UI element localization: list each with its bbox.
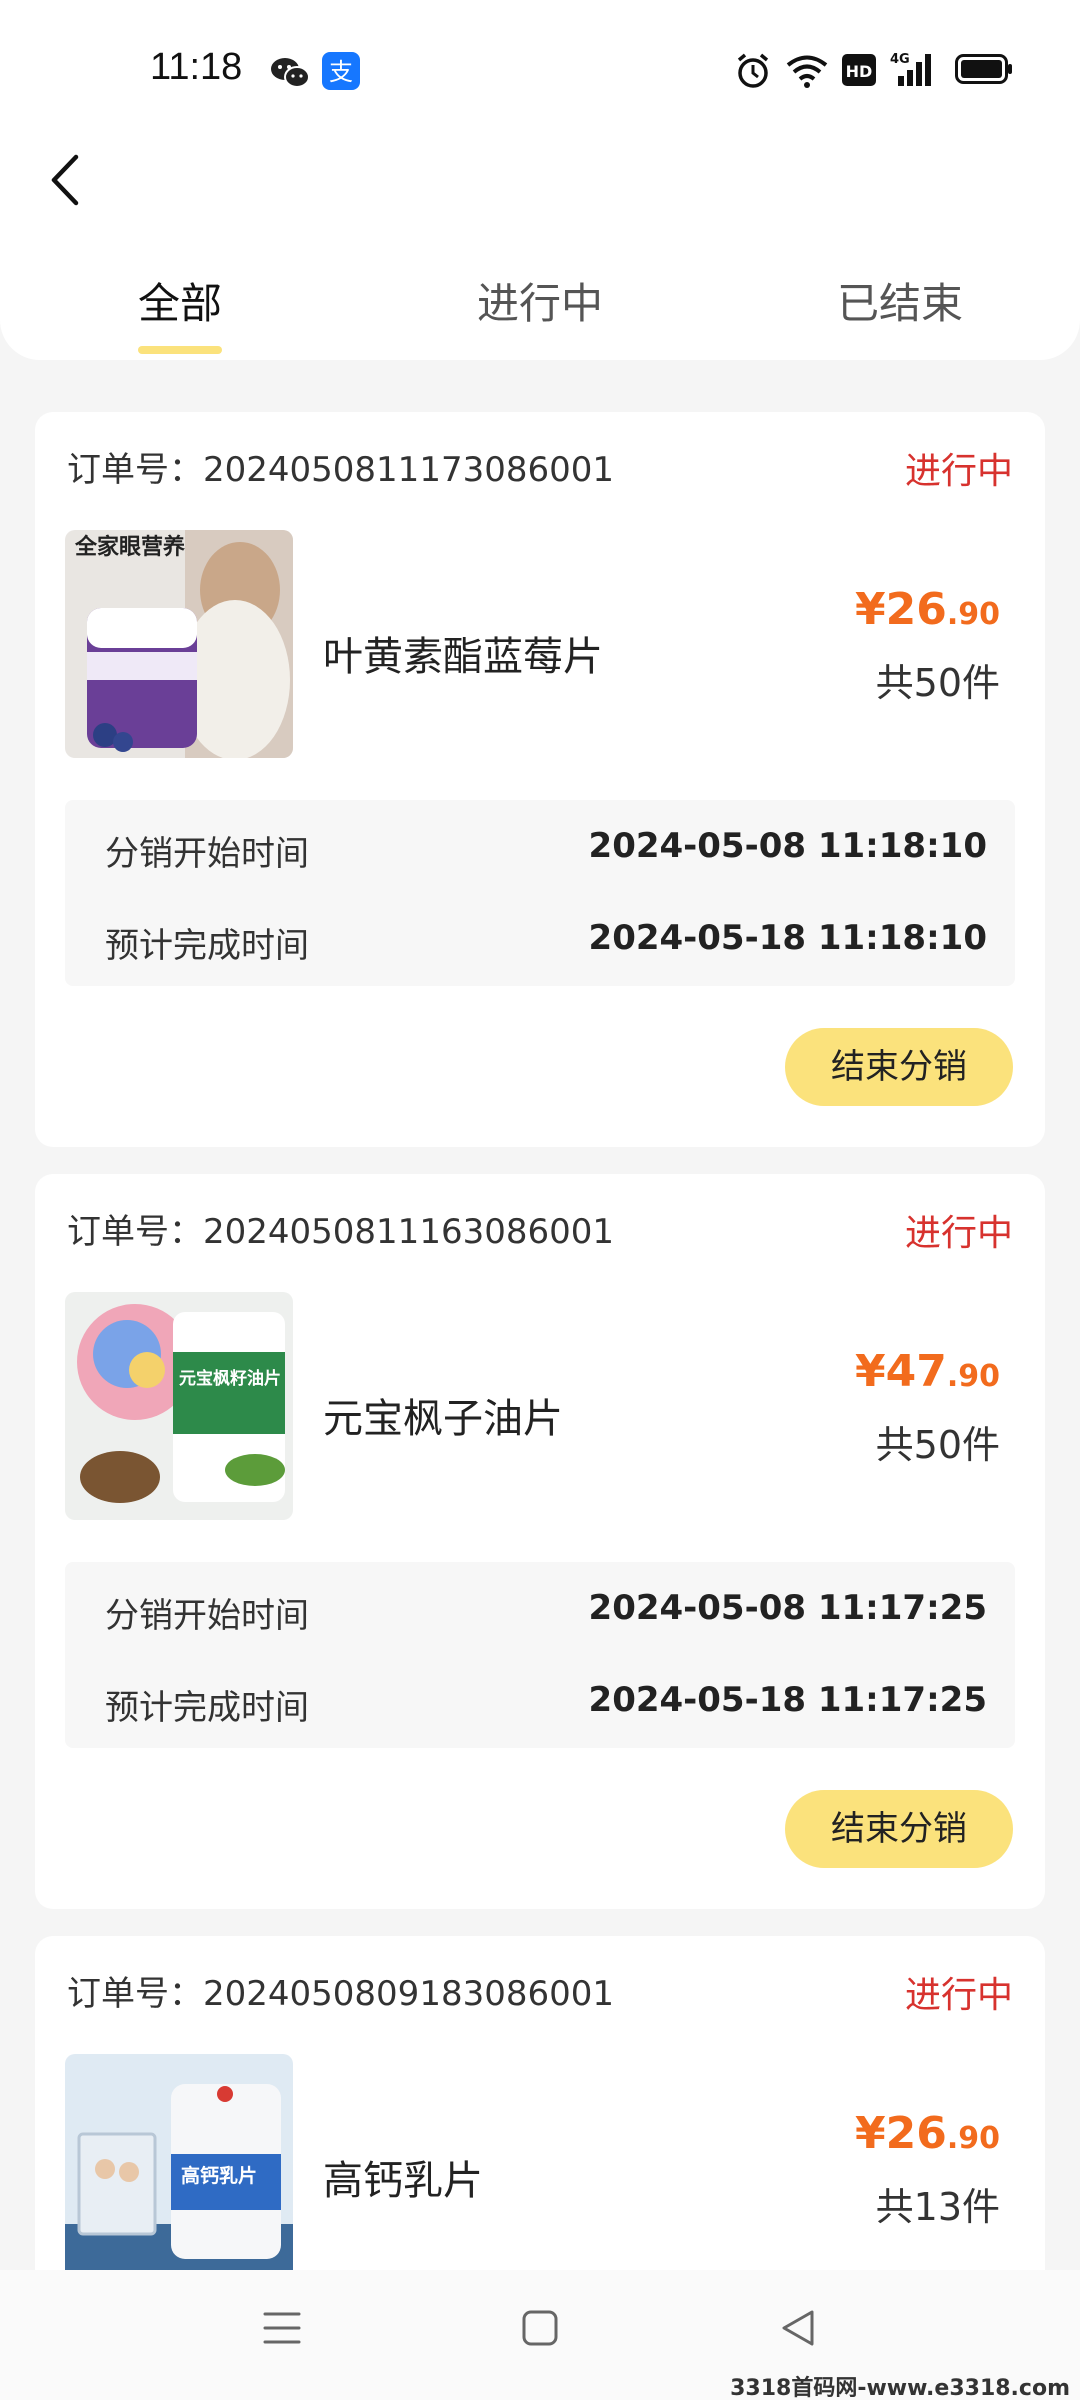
product-name[interactable]: 元宝枫子油片 xyxy=(323,1386,563,1444)
battery-icon xyxy=(955,54,1012,84)
order-status: 进行中 xyxy=(904,1213,1013,1254)
wifi-icon xyxy=(786,55,828,88)
end-time-label: 预计完成时间 xyxy=(105,926,309,966)
back-nav-icon[interactable] xyxy=(778,2308,818,2348)
menu-icon[interactable] xyxy=(262,2308,302,2348)
product-quantity: 共50件 xyxy=(875,1423,1000,1467)
start-time-value: 2024-05-08 11:17:25 xyxy=(588,1588,987,1628)
thumb-text: 高钙乳片 xyxy=(181,2164,257,2187)
time-info: 分销开始时间 2024-05-08 11:18:10 预计完成时间 2024-0… xyxy=(65,800,1015,986)
alarm-icon xyxy=(737,53,769,88)
product-quantity: 共50件 xyxy=(875,661,1000,705)
header-area: 11:18 支 HD 4G 全部 进行中 已结束 xyxy=(0,0,1080,360)
wechat-icon xyxy=(271,58,310,88)
product-image[interactable]: 元宝枫籽油片 xyxy=(65,1292,293,1520)
signal-4g-icon: 4G xyxy=(890,52,931,86)
tab-in-progress[interactable]: 进行中 xyxy=(420,270,660,331)
product-quantity: 共13件 xyxy=(875,2185,1000,2229)
svg-text:4G: 4G xyxy=(890,52,910,67)
time-info: 分销开始时间 2024-05-08 11:17:25 预计完成时间 2024-0… xyxy=(65,1562,1015,1748)
start-time-label: 分销开始时间 xyxy=(105,834,309,874)
thumb-text: 元宝枫籽油片 xyxy=(179,1368,281,1389)
product-price: ¥47.90 xyxy=(854,1346,1000,1397)
status-tabs: 全部 进行中 已结束 xyxy=(0,270,1080,360)
end-distribution-button[interactable]: 结束分销 xyxy=(785,1790,1013,1868)
end-time-value: 2024-05-18 11:17:25 xyxy=(588,1680,987,1720)
status-bar: 11:18 支 HD 4G xyxy=(0,0,1080,140)
order-card: 订单号：2024050811163086001 进行中 元宝枫籽油片 元宝枫子油… xyxy=(35,1174,1045,1909)
product-image[interactable]: 高钙乳片 xyxy=(65,2054,293,2282)
back-arrow-icon[interactable] xyxy=(40,145,100,215)
svg-text:支: 支 xyxy=(329,58,353,86)
start-time-value: 2024-05-08 11:18:10 xyxy=(588,826,987,866)
watermark: 3318首码网-www.e3318.com xyxy=(730,2376,1070,2400)
product-image[interactable]: 全家眼营养 xyxy=(65,530,293,758)
order-card: 订单号：2024050811173086001 进行中 全家眼营养 叶黄素酯蓝莓… xyxy=(35,412,1045,1147)
alipay-icon: 支 xyxy=(322,52,360,90)
order-status: 进行中 xyxy=(904,1975,1013,2016)
product-price: ¥26.90 xyxy=(854,584,1000,635)
order-number: 订单号：2024050809183086001 xyxy=(67,1974,615,2014)
start-time-label: 分销开始时间 xyxy=(105,1596,309,1636)
product-name[interactable]: 叶黄素酯蓝莓片 xyxy=(323,624,603,682)
svg-text:HD: HD xyxy=(846,62,873,81)
status-time: 11:18 xyxy=(150,46,243,88)
active-tab-indicator xyxy=(138,346,222,354)
end-distribution-button[interactable]: 结束分销 xyxy=(785,1028,1013,1106)
order-status: 进行中 xyxy=(904,451,1013,492)
product-name[interactable]: 高钙乳片 xyxy=(323,2148,483,2206)
thumb-text: 全家眼营养 xyxy=(74,534,185,560)
hd-icon: HD xyxy=(842,54,876,86)
tab-all[interactable]: 全部 xyxy=(60,270,300,331)
order-number: 订单号：2024050811163086001 xyxy=(67,1212,615,1252)
order-number: 订单号：2024050811173086001 xyxy=(67,450,615,490)
end-time-value: 2024-05-18 11:18:10 xyxy=(588,918,987,958)
home-icon[interactable] xyxy=(520,2308,560,2348)
end-time-label: 预计完成时间 xyxy=(105,1688,309,1728)
product-price: ¥26.90 xyxy=(854,2108,1000,2159)
tab-ended[interactable]: 已结束 xyxy=(780,270,1020,331)
